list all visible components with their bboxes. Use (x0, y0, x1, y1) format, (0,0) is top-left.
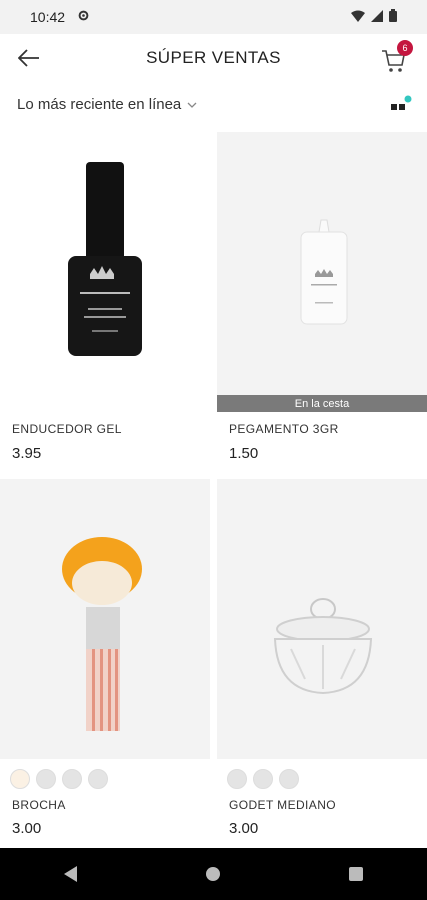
nav-recents-button[interactable] (336, 854, 376, 894)
product-name: PEGAMENTO 3GR (229, 422, 339, 436)
product-image (217, 479, 427, 759)
cart-count-badge: 6 (397, 40, 413, 56)
grid-view-icon (391, 95, 412, 110)
nav-back-button[interactable] (51, 854, 91, 894)
system-nav-bar (0, 848, 427, 900)
gear-icon (77, 9, 90, 25)
sort-dropdown[interactable]: Lo más reciente en línea (17, 96, 197, 113)
product-price: 3.95 (12, 445, 42, 462)
swatch[interactable] (279, 769, 299, 789)
product-name: BROCHA (12, 798, 66, 812)
color-swatches (10, 769, 108, 789)
product-name: ENDUCEDOR GEL (12, 422, 122, 436)
swatch[interactable] (253, 769, 273, 789)
product-image (0, 132, 210, 412)
product-price: 1.50 (229, 445, 259, 462)
page-title: SÚPER VENTAS (146, 48, 281, 67)
grid-view-toggle[interactable] (389, 94, 413, 114)
status-bar: 10:42 (0, 0, 427, 34)
home-circle-icon (206, 867, 221, 881)
app-header: SÚPER VENTAS 6 (0, 34, 427, 82)
swatch-brush[interactable] (10, 769, 30, 789)
product-name: GODET MEDIANO (229, 798, 336, 812)
color-swatches (227, 769, 299, 789)
filter-bar: Lo más reciente en línea (0, 84, 427, 128)
cart-button[interactable]: 6 (379, 40, 413, 74)
back-button[interactable] (14, 44, 44, 72)
status-icons (351, 9, 397, 25)
in-cart-banner: En la cesta (217, 395, 427, 412)
back-triangle-icon (64, 866, 78, 882)
sort-label: Lo más reciente en línea (17, 96, 182, 113)
status-time: 10:42 (30, 9, 66, 25)
swatch[interactable] (227, 769, 247, 789)
swatch[interactable] (36, 769, 56, 789)
back-arrow-icon (18, 49, 39, 67)
signal-icon (371, 9, 383, 25)
product-image: En la cesta (217, 132, 427, 412)
swatch[interactable] (62, 769, 82, 789)
nav-home-button[interactable] (193, 854, 233, 894)
swatch[interactable] (88, 769, 108, 789)
product-price: 3.00 (12, 820, 42, 837)
wifi-icon (351, 9, 365, 25)
product-image (0, 479, 210, 759)
product-price: 3.00 (229, 820, 259, 837)
battery-icon (389, 9, 397, 25)
recents-square-icon (348, 867, 363, 881)
chevron-down-icon (187, 102, 197, 108)
